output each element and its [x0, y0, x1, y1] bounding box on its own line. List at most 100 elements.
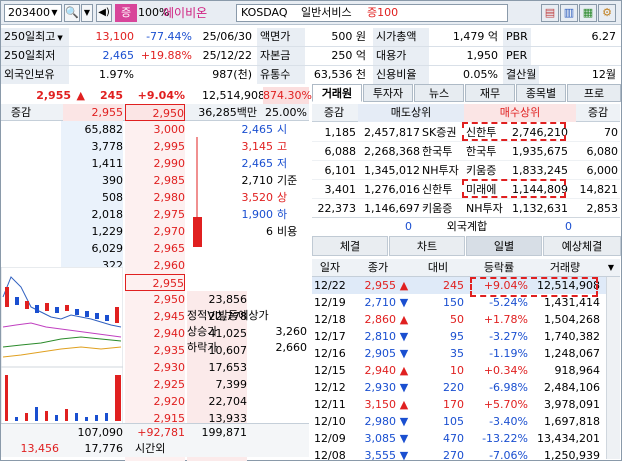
chevron-down-icon[interactable]: ▼: [604, 259, 618, 277]
daily-date: 12/12: [314, 381, 346, 394]
ask-price[interactable]: 2,960: [125, 257, 185, 274]
search-icon[interactable]: 🔍: [64, 4, 80, 22]
ask-price[interactable]: 2,985: [125, 172, 185, 189]
ask-price[interactable]: 2,965: [125, 240, 185, 257]
summary-label: 시: [277, 123, 288, 136]
sell-broker[interactable]: 한국투: [422, 142, 464, 161]
sell-broker[interactable]: 키움증: [422, 199, 464, 218]
ask-price[interactable]: 2,970: [125, 223, 185, 240]
candle: [25, 301, 29, 309]
order-book-header: 증감 2,955 2,950 36,285백만 25.00%: [1, 104, 309, 121]
sell-broker[interactable]: NH투자: [422, 161, 464, 180]
ask-price[interactable]: 2,980: [125, 189, 185, 206]
candle: [105, 315, 109, 321]
daily-change: 220: [443, 381, 464, 394]
daily-row[interactable]: 12/12 2,930 ▼ 220 -6.98% 2,484,106: [312, 379, 620, 396]
highlight-buy-4: [462, 179, 566, 198]
margin-label: 증100: [367, 6, 399, 19]
scrollbar[interactable]: [606, 277, 620, 459]
daily-row[interactable]: 12/10 2,980 ▼ 105 -3.40% 1,697,818: [312, 413, 620, 430]
sell-volume: 1,345,012: [364, 164, 420, 177]
tab-0[interactable]: 거래원: [312, 84, 362, 102]
fiscal-label: 결산월: [503, 66, 539, 84]
gear-icon[interactable]: ⚙: [598, 4, 616, 22]
daily-volume: 13,434,201: [537, 432, 600, 445]
bid-price[interactable]: 2,940: [125, 325, 185, 342]
daily-close: 2,810: [364, 330, 397, 343]
bottom-tab-0[interactable]: 체결: [312, 236, 388, 256]
bottom-tab-2[interactable]: 일별: [466, 236, 542, 256]
candle: [5, 287, 9, 307]
ask-price[interactable]: 2,995: [125, 138, 185, 155]
stock-code-input[interactable]: 203400 ▼: [4, 4, 62, 22]
ask-price[interactable]: 3,000: [125, 121, 185, 138]
grid-icon[interactable]: ▦: [579, 4, 597, 22]
tab-1[interactable]: 투자자: [363, 84, 413, 102]
daily-change: 95: [450, 330, 464, 343]
bid-price[interactable]: 2,930: [125, 359, 185, 376]
doc-icon[interactable]: ▤: [541, 4, 559, 22]
daily-row[interactable]: 12/17 2,810 ▼ 95 -3.27% 1,740,382: [312, 328, 620, 345]
chevron-down-icon[interactable]: ▼: [49, 6, 60, 20]
daily-date: 12/10: [314, 415, 346, 428]
daily-row[interactable]: 12/16 2,905 ▼ 35 -1.19% 1,248,067: [312, 345, 620, 362]
chart-icon[interactable]: ▥: [560, 4, 578, 22]
foreign-label: 외국인보유: [1, 66, 69, 84]
bid-quantity: 22,704: [187, 393, 247, 410]
tab-2[interactable]: 뉴스: [414, 84, 464, 102]
daily-row[interactable]: 12/09 3,085 ▼ 470 -13.22% 13,434,201: [312, 430, 620, 447]
ask-price[interactable]: 2,990: [125, 155, 185, 172]
buy-broker[interactable]: 한국투: [466, 142, 508, 161]
daily-row[interactable]: 12/15 2,940 ▲ 10 +0.34% 918,964: [312, 362, 620, 379]
daily-rate: -1.19%: [489, 347, 528, 360]
daily-rate: +1.78%: [483, 313, 528, 326]
ask-quantity: 6,029: [61, 240, 123, 257]
daily-volume: 2,484,106: [544, 381, 600, 394]
daily-volume: 1,740,382: [544, 330, 600, 343]
bid-price[interactable]: 2,945: [125, 308, 185, 325]
candle: [65, 305, 69, 311]
daily-col-0: 일자: [319, 261, 341, 274]
buy-broker[interactable]: NH투자: [466, 199, 508, 218]
bottom-tab-1[interactable]: 차트: [389, 236, 465, 256]
bid-quantity: 7,399: [187, 376, 247, 393]
credit-label: 신용비율: [373, 66, 429, 84]
ask-quantity: 1,411: [61, 155, 123, 172]
bid-price[interactable]: 2,925: [125, 376, 185, 393]
sell-volume: 2,268,368: [364, 145, 420, 158]
sell-volume: 1,276,016: [364, 183, 420, 196]
daily-row[interactable]: 12/18 2,860 ▲ 50 +1.78% 1,504,268: [312, 311, 620, 328]
sell-top-header: 매도상위: [358, 104, 464, 122]
tab-3[interactable]: 재무: [465, 84, 515, 102]
bid-price[interactable]: 2,950: [125, 291, 185, 308]
buy-broker[interactable]: 키움증: [466, 161, 508, 180]
substitute-label: 대용가: [373, 47, 429, 65]
per-label: PER: [503, 47, 531, 65]
tab-4[interactable]: 종목별: [516, 84, 566, 102]
substitute-value: 1,950: [466, 49, 499, 62]
daily-col-3: 등락률: [483, 261, 515, 274]
speaker-icon[interactable]: ◀): [96, 4, 112, 22]
bottom-tab-3[interactable]: 예상체결: [543, 236, 621, 256]
daily-rate: +0.34%: [483, 364, 528, 377]
current-price: 2,955: [36, 89, 71, 102]
ask-price[interactable]: 2,955: [125, 274, 185, 291]
daily-rate: -3.27%: [489, 330, 528, 343]
daily-row[interactable]: 12/08 3,555 ▼ 270 -7.06% 1,250,939: [312, 447, 620, 461]
bid-price[interactable]: 2,935: [125, 342, 185, 359]
daily-col-2: 대비: [427, 261, 449, 274]
header-ask-price: 2,955: [63, 104, 123, 121]
ask-price[interactable]: 2,975: [125, 206, 185, 223]
market-info-box: KOSDAQ 일반서비스 증100: [236, 4, 508, 22]
tab-5[interactable]: 프로: [567, 84, 621, 102]
par-value-label: 액면가: [257, 28, 305, 46]
broker-change-header-right: 증감: [587, 106, 609, 119]
price-rate: +9.04%: [137, 89, 185, 102]
scroll-down-icon[interactable]: ▼: [81, 4, 93, 22]
price-change: 245: [100, 89, 123, 102]
daily-row[interactable]: 12/11 3,150 ▲ 170 +5.70% 3,978,091: [312, 396, 620, 413]
bid-price[interactable]: 2,920: [125, 393, 185, 410]
sell-broker[interactable]: SK증권: [422, 123, 464, 142]
after-hours-label[interactable]: 시간외: [125, 440, 165, 457]
sell-broker[interactable]: 신한투: [422, 180, 464, 199]
